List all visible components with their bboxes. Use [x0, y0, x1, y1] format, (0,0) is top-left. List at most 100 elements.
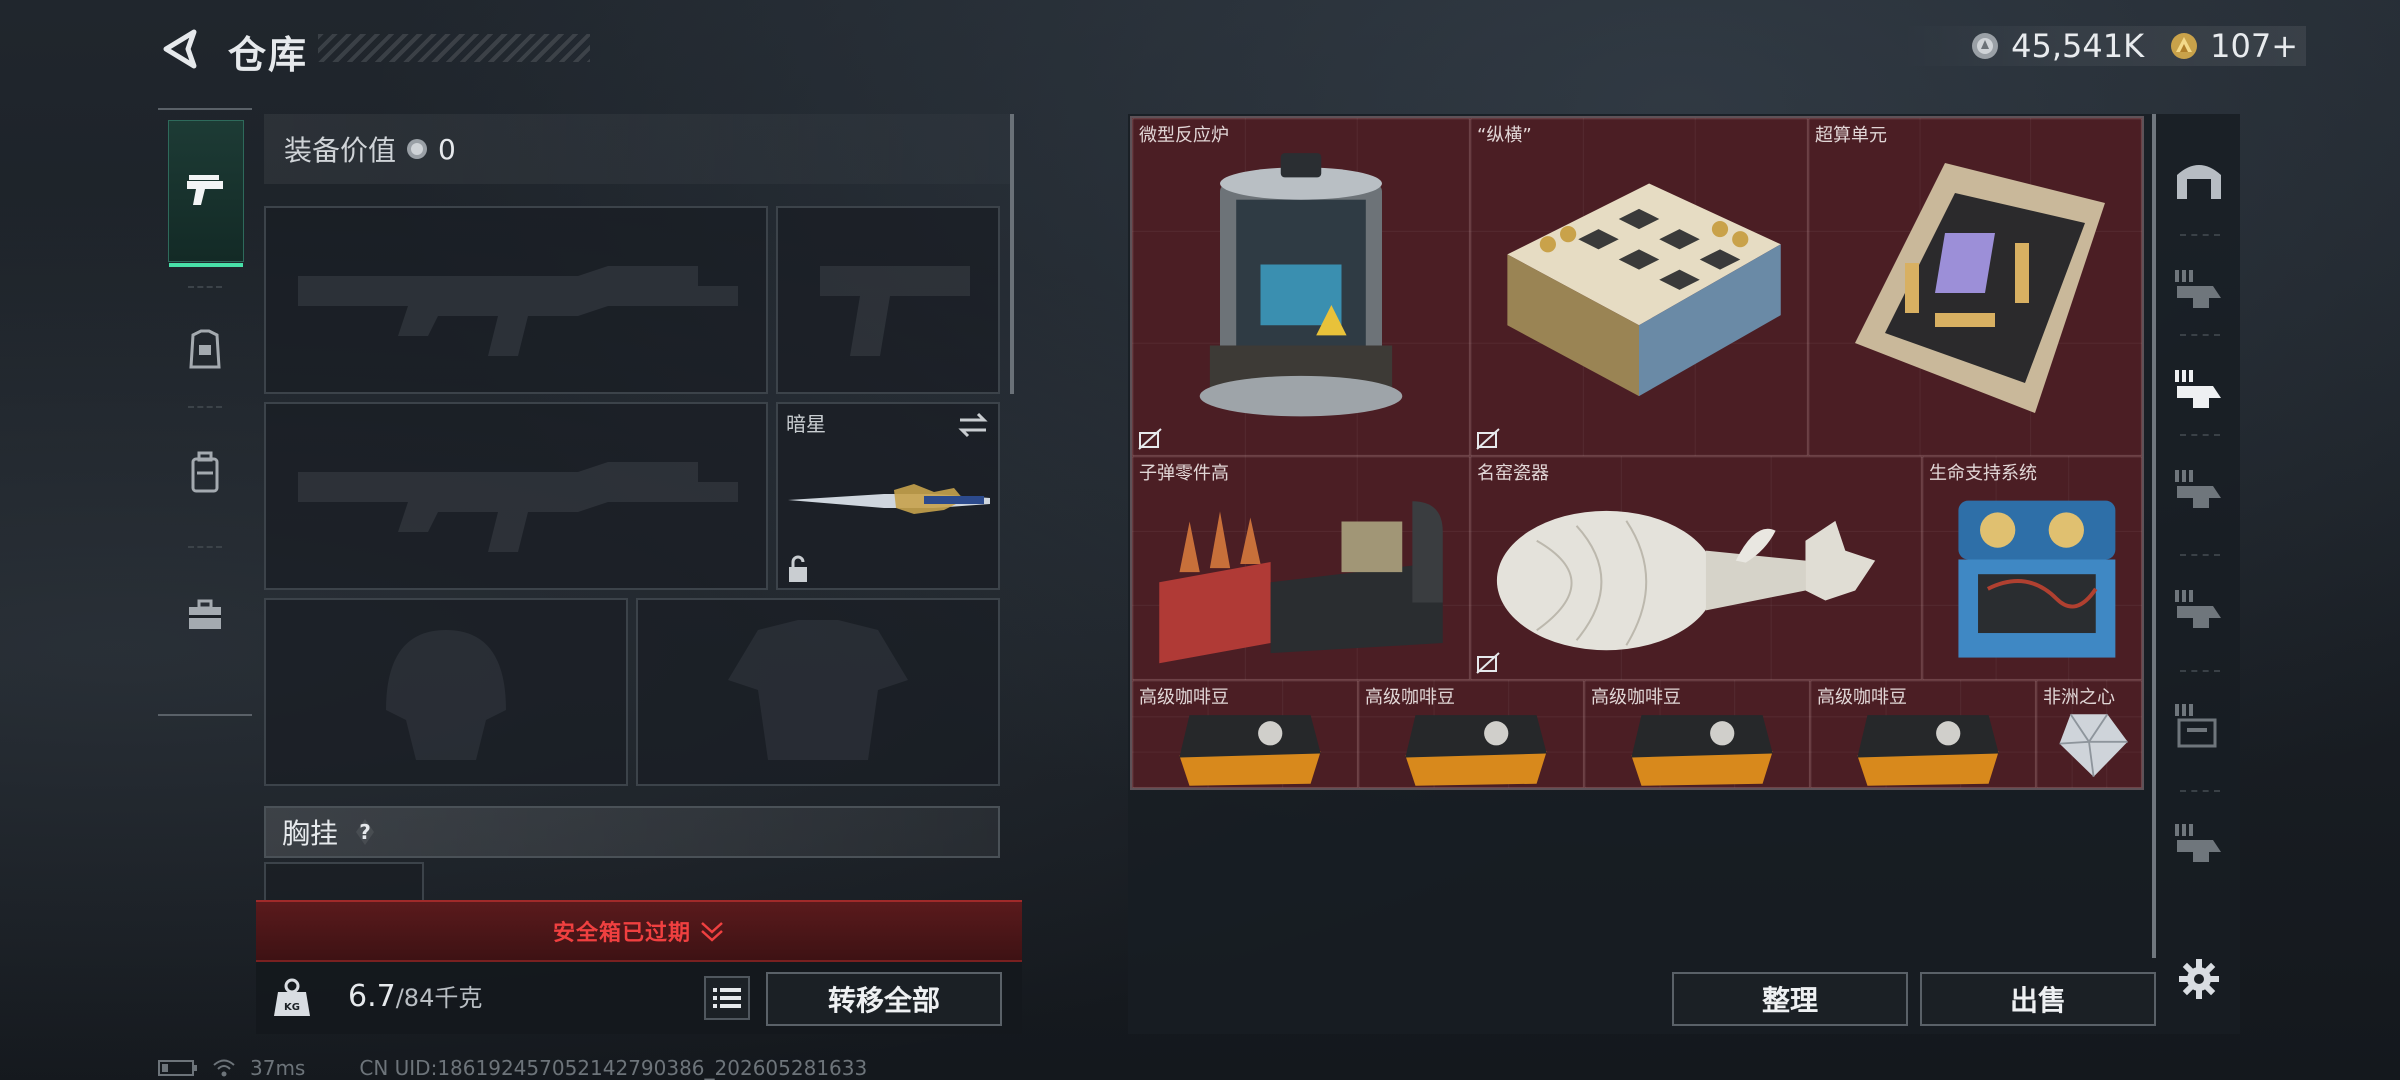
- chest-rig-slot[interactable]: 胸挂 ?: [264, 806, 1000, 858]
- storage-scrollbar[interactable]: [2152, 114, 2156, 958]
- no-insure-icon: [1476, 428, 1500, 450]
- currency-bar: 45,541K 107+: [1901, 26, 2306, 66]
- weight-readout: 6.7/84千克: [348, 978, 482, 1014]
- helmet-slot[interactable]: [264, 598, 628, 786]
- weight-current: 6.7: [348, 979, 396, 1014]
- body-armor-slot[interactable]: [636, 598, 1000, 786]
- item-name: 高级咖啡豆: [1817, 687, 1907, 708]
- storage-item[interactable]: 名窑瓷器: [1470, 456, 1922, 680]
- diamond-item-icon: [2059, 713, 2128, 777]
- storage-item[interactable]: 生命支持系统: [1922, 456, 2142, 680]
- tab-armor[interactable]: [168, 306, 242, 396]
- silver-amount: 45,541K: [2011, 27, 2145, 65]
- secondary-weapon-slot[interactable]: [264, 402, 768, 590]
- transfer-all-button[interactable]: 转移全部: [766, 972, 1002, 1026]
- wifi-icon: [213, 1059, 235, 1077]
- item-name: 非洲之心: [2043, 687, 2115, 708]
- tab-weapons[interactable]: [168, 120, 244, 267]
- svg-text:KG: KG: [284, 1002, 300, 1013]
- tab-case[interactable]: [168, 570, 242, 660]
- primary-weapon-slot[interactable]: [264, 206, 768, 394]
- item-name: 高级咖啡豆: [1365, 687, 1455, 708]
- settings-button[interactable]: [2168, 948, 2230, 1010]
- back-arrow-icon[interactable]: [158, 26, 204, 72]
- chest-rig-pocket-slot[interactable]: [264, 862, 424, 904]
- loadout-scrollbar[interactable]: [1010, 114, 1014, 394]
- item-name: 微型反应炉: [1139, 125, 1229, 146]
- computing-unit-item-icon: [1855, 163, 2105, 413]
- storage-item[interactable]: 微型反应炉: [1132, 118, 1470, 456]
- loadout-footer: KG 6.7/84千克 转移全部: [256, 962, 1022, 1034]
- melee-slot[interactable]: 暗星: [776, 402, 1000, 590]
- coffee-beans-item-icon: [1857, 715, 1999, 786]
- safe-box-expired-banner[interactable]: 安全箱已过期: [256, 900, 1022, 962]
- storage-grid: 微型反应炉 “纵横” 超算单元 子弹零件高 名窑瓷器 生命支持系统 高级咖啡豆 …: [1130, 116, 2144, 790]
- sell-button[interactable]: 出售: [1920, 972, 2156, 1026]
- storage-page-3[interactable]: [2168, 458, 2230, 520]
- safe-box-status: 安全箱已过期: [552, 921, 691, 946]
- warehouse-icon: [2177, 165, 2221, 199]
- storage-page-5[interactable]: [2168, 694, 2230, 756]
- storage-item[interactable]: 超算单元: [1808, 118, 2142, 456]
- storage-item[interactable]: “纵横”: [1470, 118, 1808, 456]
- gear-icon: [2179, 959, 2219, 999]
- tab-backpack[interactable]: [168, 428, 242, 518]
- sort-button[interactable]: 整理: [1672, 972, 1908, 1026]
- storage-item[interactable]: 高级咖啡豆: [1810, 680, 2036, 788]
- rifle-silhouette-icon: [298, 266, 738, 356]
- storage-item[interactable]: 高级咖啡豆: [1132, 680, 1358, 788]
- coffee-beans-item-icon: [1631, 715, 1773, 786]
- storage-page-2[interactable]: [2168, 358, 2230, 420]
- storage-item[interactable]: 子弹零件高: [1132, 456, 1470, 680]
- briefcase-icon: [189, 599, 221, 629]
- chevron-down-icon: [701, 922, 723, 942]
- list-view-button[interactable]: [704, 976, 750, 1020]
- storage-page-4[interactable]: [2168, 578, 2230, 640]
- pistol-silhouette-icon: [820, 266, 970, 356]
- backpack-icon: [191, 451, 219, 493]
- gold-amount: 107+: [2210, 27, 2298, 65]
- storage-page-icon: [2175, 270, 2221, 308]
- storage-page-icon: [2175, 824, 2221, 862]
- item-name: “纵横”: [1477, 125, 1532, 146]
- title-decoration: [318, 34, 590, 62]
- chess-set-item-icon: [1507, 183, 1781, 397]
- help-icon[interactable]: ?: [352, 817, 378, 847]
- helmet-silhouette-icon: [386, 630, 506, 760]
- status-bar: 37ms CN UID:18619245705214279038​6_20260…: [158, 1056, 867, 1080]
- storage-page-nav: [2158, 114, 2240, 1034]
- pistol-icon: [187, 175, 223, 205]
- item-name: 高级咖啡豆: [1591, 687, 1681, 708]
- pistol-slot[interactable]: [776, 206, 1000, 394]
- storage-item[interactable]: 非洲之心: [2036, 680, 2142, 788]
- swap-icon[interactable]: [956, 410, 990, 440]
- vest-icon: [189, 329, 221, 369]
- storage-page-1[interactable]: [2168, 258, 2230, 320]
- item-name: 超算单元: [1815, 125, 1887, 146]
- battery-icon: [158, 1060, 197, 1076]
- armor-silhouette-icon: [728, 620, 908, 760]
- silver-coin-icon: [407, 139, 428, 159]
- item-name: 名窑瓷器: [1477, 463, 1549, 484]
- ping-value: 37ms: [250, 1056, 306, 1080]
- equipment-value-header: 装备价值 0: [264, 114, 1012, 184]
- storage-page-6[interactable]: [2168, 812, 2230, 874]
- gold-coin-icon: [2171, 33, 2198, 59]
- reactor-item-icon: [1199, 153, 1403, 417]
- storage-page-icon: [2175, 704, 2217, 748]
- coffee-beans-item-icon: [1179, 715, 1321, 786]
- no-insure-icon: [1476, 652, 1500, 674]
- rifle-silhouette-icon: [298, 462, 738, 552]
- user-uid: CN UID:18619245705214279038​6_2026052816…: [359, 1056, 868, 1080]
- list-icon: [713, 988, 741, 1008]
- storage-item[interactable]: 高级咖啡豆: [1584, 680, 1810, 788]
- loadout-panel: 装备价值 0 暗星 胸挂 ?: [262, 114, 1014, 1034]
- life-support-item-icon: [1958, 500, 2116, 658]
- item-name: 生命支持系统: [1929, 463, 2037, 484]
- storage-home-tab[interactable]: [2168, 148, 2230, 210]
- storage-item[interactable]: 高级咖啡豆: [1358, 680, 1584, 788]
- knife-icon: [788, 484, 990, 514]
- storage-page-icon: [2175, 470, 2221, 508]
- lock-icon: [789, 555, 807, 582]
- melee-name: 暗星: [786, 412, 826, 436]
